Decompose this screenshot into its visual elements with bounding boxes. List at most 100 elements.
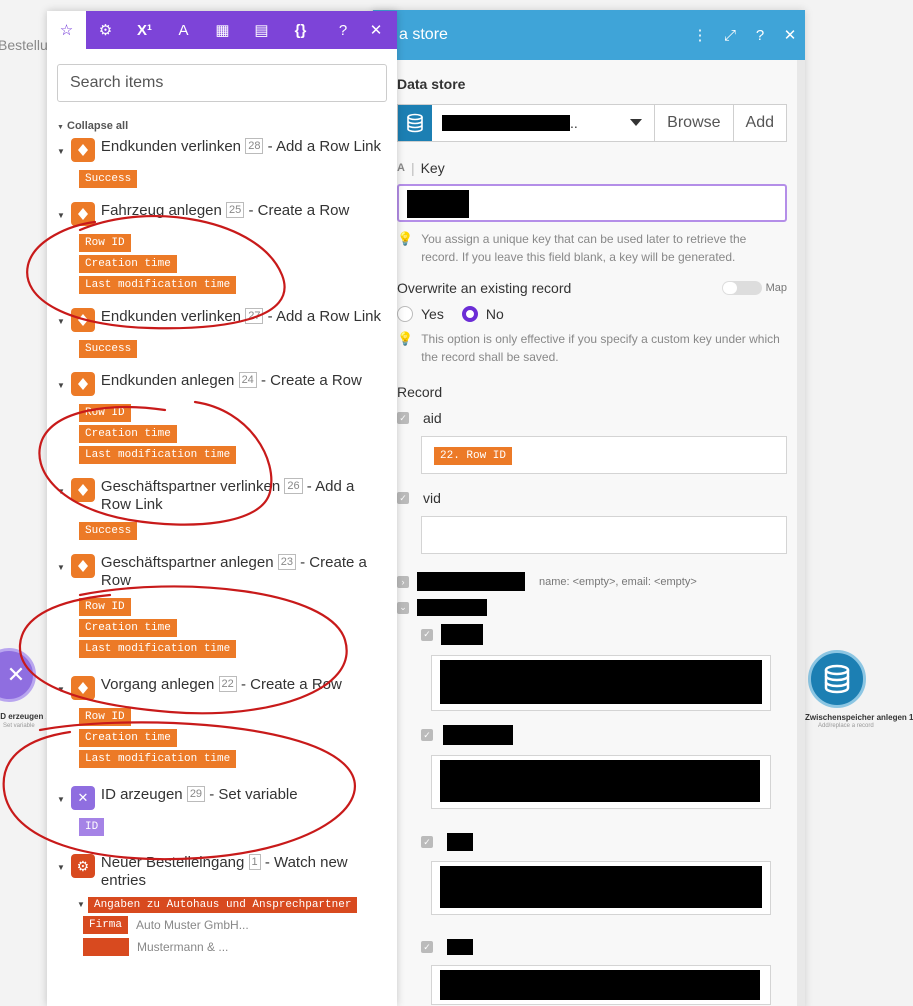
output-pill[interactable]: Success [79, 522, 138, 540]
overwrite-label: Overwrite an existing record [397, 280, 572, 296]
output-pill[interactable]: Success [79, 340, 138, 358]
output-pill[interactable]: Row ID [79, 598, 131, 616]
overwrite-hint: 💡 This option is only effective if you s… [397, 331, 780, 364]
module-group[interactable]: ▼ ⚙ Neuer Bestelleingang 1 - Watch new en… [57, 854, 397, 956]
tab-math[interactable]: X¹ [125, 11, 164, 49]
tab-custom[interactable]: {} [281, 11, 320, 49]
caret-down-icon[interactable]: ▼ [57, 681, 65, 699]
more-options-icon[interactable]: ⋮ [685, 26, 715, 44]
radio-circle[interactable] [397, 306, 413, 322]
module-group[interactable]: ▼ Endkunden verlinken 27 - Add a Row Lin… [57, 308, 397, 358]
add-button[interactable]: Add [732, 105, 786, 141]
output-pill[interactable]: Creation time [79, 425, 177, 443]
caret-down-icon[interactable]: ▼ [57, 207, 65, 225]
module-group[interactable]: ▼ Geschäftspartner verlinken 26 - Add a … [57, 478, 397, 540]
radio-circle-selected[interactable] [461, 306, 478, 322]
gear-icon: ⚙ [98, 22, 113, 39]
nested-input[interactable] [431, 755, 771, 809]
vid-input[interactable] [421, 516, 787, 554]
close-icon[interactable]: ✕ [775, 26, 805, 44]
output-pill[interactable]: Last modification time [79, 276, 237, 294]
output-subgroup[interactable]: ▼ Angaben zu Autohaus und Ansprechpartne… [77, 897, 397, 913]
collapsed-field-row: › name: <empty>, email: <empty> [397, 572, 785, 591]
output-pill[interactable]: Creation time [79, 619, 177, 637]
text-type-icon: A [397, 162, 405, 174]
wrench-module-node[interactable]: ✕ [0, 648, 36, 702]
output-pill[interactable]: Firma [83, 916, 129, 934]
tab-array[interactable]: ▤ [242, 11, 281, 49]
chevron-down-icon[interactable]: ⌄ [397, 601, 409, 614]
module-group[interactable]: ▼ Endkunden verlinken 28 - Add a Row Lin… [57, 138, 397, 188]
checkbox-checked[interactable]: ✓ [421, 628, 433, 641]
redacted-field-name [447, 833, 473, 851]
caret-down-icon[interactable]: ▼ [57, 859, 65, 877]
nested-input[interactable] [431, 861, 771, 915]
caret-down-icon[interactable]: ▼ [57, 313, 65, 331]
collapse-all-link[interactable]: ▼ Collapse all [57, 120, 397, 132]
module-group[interactable]: ▼ Endkunden anlegen 24 - Create a Row Ro… [57, 372, 397, 464]
output-pill[interactable]: ID [79, 818, 105, 836]
module-group[interactable]: ▼ ✕ ID arzeugen 29 - Set variable ID [57, 786, 397, 836]
caret-down-icon[interactable]: ▼ [77, 900, 85, 909]
tab-text[interactable]: A [164, 11, 203, 49]
checkbox-checked[interactable]: ✓ [421, 729, 433, 741]
calendar-icon: ▦ [215, 22, 230, 39]
key-input[interactable] [397, 184, 787, 222]
caret-down-icon[interactable]: ▼ [57, 377, 65, 395]
module-group[interactable]: ▼ Vorgang anlegen 22 - Create a Row Row … [57, 676, 397, 768]
data-store-module-node[interactable] [808, 650, 866, 708]
output-pill[interactable]: Last modification time [79, 640, 237, 658]
toggle-switch[interactable] [721, 281, 762, 295]
overwrite-row: Overwrite an existing record Map [397, 280, 787, 296]
search-input[interactable]: Search items [57, 64, 387, 102]
output-pill[interactable]: Row ID [79, 404, 131, 422]
chevron-right-icon[interactable]: › [397, 575, 409, 588]
module-group[interactable]: ▼ Geschäftspartner anlegen 23 - Create a… [57, 554, 397, 658]
redacted-field-name [417, 572, 525, 591]
caret-down-icon[interactable]: ▼ [57, 791, 65, 809]
output-pill[interactable]: Last modification time [79, 750, 237, 768]
field-aid-label: aid [423, 410, 442, 426]
collection-pill[interactable]: Angaben zu Autohaus und Ansprechpartner [87, 897, 358, 913]
expanded-group-row: ⌄ [397, 599, 785, 616]
output-pill[interactable]: Creation time [79, 729, 177, 747]
output-pill[interactable]: Row ID [79, 708, 131, 726]
map-toggle[interactable]: Map [721, 281, 787, 295]
output-pill[interactable]: Last modification time [79, 446, 237, 464]
caret-down-icon[interactable]: ▼ [57, 559, 65, 577]
radio-no[interactable]: No [461, 306, 504, 322]
record-label: Record [397, 384, 443, 400]
checkbox-checked[interactable]: ✓ [397, 412, 409, 424]
module-group[interactable]: ▼ Fahrzeug anlegen 25 - Create a Row Row… [57, 202, 397, 294]
caret-down-icon[interactable]: ▼ [57, 143, 65, 161]
checkbox-checked[interactable]: ✓ [421, 941, 433, 953]
tab-help[interactable]: ? [320, 11, 366, 49]
output-pill[interactable]: Success [79, 170, 138, 188]
panel-close[interactable]: ✕ [366, 11, 386, 49]
key-label: Key [420, 160, 445, 176]
tab-general[interactable]: ⚙ [86, 11, 125, 49]
tab-favorites[interactable]: ☆ [47, 11, 86, 49]
wrench-icon: ✕ [70, 786, 95, 810]
browse-button[interactable]: Browse [654, 105, 732, 141]
output-pill[interactable] [83, 938, 129, 956]
nested-input[interactable] [431, 655, 771, 711]
output-pill[interactable]: Row ID [79, 234, 131, 252]
caret-down-icon[interactable]: ▼ [57, 483, 65, 501]
close-icon: ✕ [369, 22, 383, 39]
mapped-value-pill[interactable]: 22. Row ID [434, 447, 513, 465]
data-store-select[interactable]: .. [432, 105, 654, 141]
aid-input[interactable]: 22. Row ID [421, 436, 787, 474]
nested-input[interactable] [431, 965, 771, 1005]
data-table-icon [70, 308, 95, 332]
data-store-picker: .. Browse Add [397, 104, 787, 142]
key-hint: 💡 You assign a unique key that can be us… [397, 231, 747, 264]
expand-icon[interactable]: ⤢ [715, 27, 745, 44]
redacted-value [440, 760, 760, 802]
help-icon[interactable]: ? [745, 27, 775, 44]
tab-date[interactable]: ▦ [203, 11, 242, 49]
output-pill[interactable]: Creation time [79, 255, 177, 273]
checkbox-checked[interactable]: ✓ [421, 836, 433, 848]
checkbox-checked[interactable]: ✓ [397, 492, 409, 504]
radio-yes[interactable]: Yes [397, 306, 444, 322]
